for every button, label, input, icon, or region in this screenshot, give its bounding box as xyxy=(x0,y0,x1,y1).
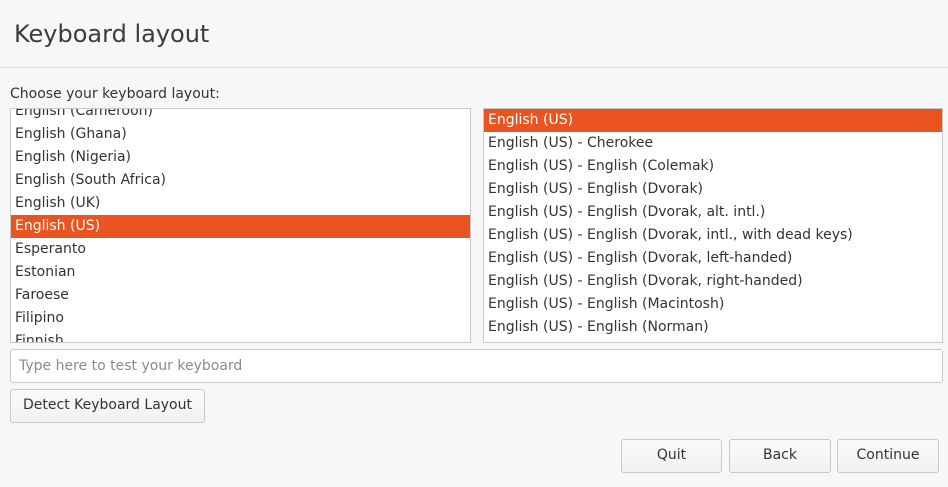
keyboard-layout-list-items: English (Cameroon) English (Ghana) Engli… xyxy=(11,109,470,342)
layout-item-selected[interactable]: English (US) xyxy=(11,215,470,238)
variant-item[interactable]: English (US) - Cherokee xyxy=(484,132,942,155)
back-button[interactable]: Back xyxy=(729,439,831,473)
variant-item[interactable]: English (US) - English (Dvorak, intl., w… xyxy=(484,224,942,247)
variant-item[interactable]: English (US) - English (Colemak) xyxy=(484,155,942,178)
header: Keyboard layout xyxy=(0,0,948,68)
keyboard-layout-list[interactable]: English (Cameroon) English (Ghana) Engli… xyxy=(10,108,471,343)
variant-item[interactable]: English (US) - English (Macintosh) xyxy=(484,293,942,316)
layout-item[interactable]: Filipino xyxy=(11,307,470,330)
variant-item[interactable]: English (US) - English (Dvorak, left-han… xyxy=(484,247,942,270)
continue-button[interactable]: Continue xyxy=(837,439,939,473)
layout-item[interactable]: English (Nigeria) xyxy=(11,146,470,169)
keyboard-test-input[interactable] xyxy=(10,349,943,383)
layout-item[interactable]: English (Ghana) xyxy=(11,123,470,146)
layout-item[interactable]: Faroese xyxy=(11,284,470,307)
quit-button[interactable]: Quit xyxy=(621,439,722,473)
page-title: Keyboard layout xyxy=(14,20,210,48)
keyboard-variant-list[interactable]: English (US) English (US) - Cherokee Eng… xyxy=(483,108,943,343)
keyboard-variant-list-items: English (US) English (US) - Cherokee Eng… xyxy=(484,109,942,339)
variant-item[interactable]: English (US) - English (Dvorak, alt. int… xyxy=(484,201,942,224)
variant-item[interactable]: English (US) - English (Dvorak, right-ha… xyxy=(484,270,942,293)
layout-item[interactable]: Esperanto xyxy=(11,238,470,261)
variant-item[interactable]: English (US) - English (Norman) xyxy=(484,316,942,339)
layout-item[interactable]: English (UK) xyxy=(11,192,470,215)
layout-item[interactable]: Estonian xyxy=(11,261,470,284)
detect-keyboard-layout-button[interactable]: Detect Keyboard Layout xyxy=(10,389,205,423)
layout-prompt-label: Choose your keyboard layout: xyxy=(10,86,220,102)
variant-item-selected[interactable]: English (US) xyxy=(484,109,942,132)
layout-item[interactable]: Finnish xyxy=(11,330,470,342)
variant-item[interactable]: English (US) - English (Dvorak) xyxy=(484,178,942,201)
installer-window: Keyboard layout Choose your keyboard lay… xyxy=(0,0,948,487)
layout-item[interactable]: English (South Africa) xyxy=(11,169,470,192)
layout-item[interactable]: English (Cameroon) xyxy=(11,109,470,123)
